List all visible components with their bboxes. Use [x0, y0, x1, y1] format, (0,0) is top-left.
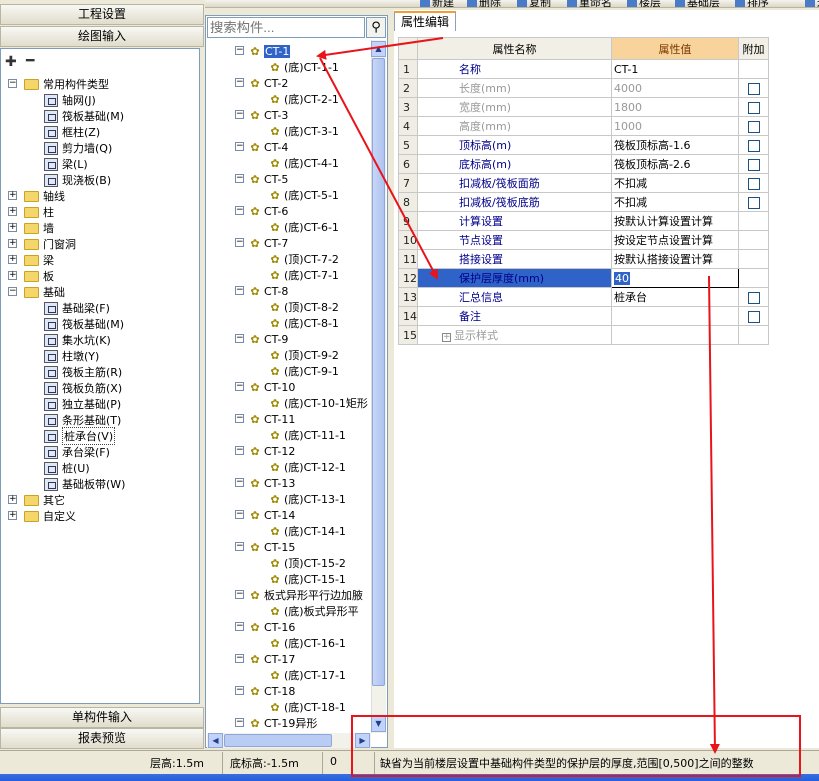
arrow-to-status-hint — [708, 275, 720, 754]
arrow-to-protection-layer — [319, 57, 438, 280]
annotation-arrows — [316, 37, 720, 754]
arrow-to-ct1 — [316, 37, 444, 60]
